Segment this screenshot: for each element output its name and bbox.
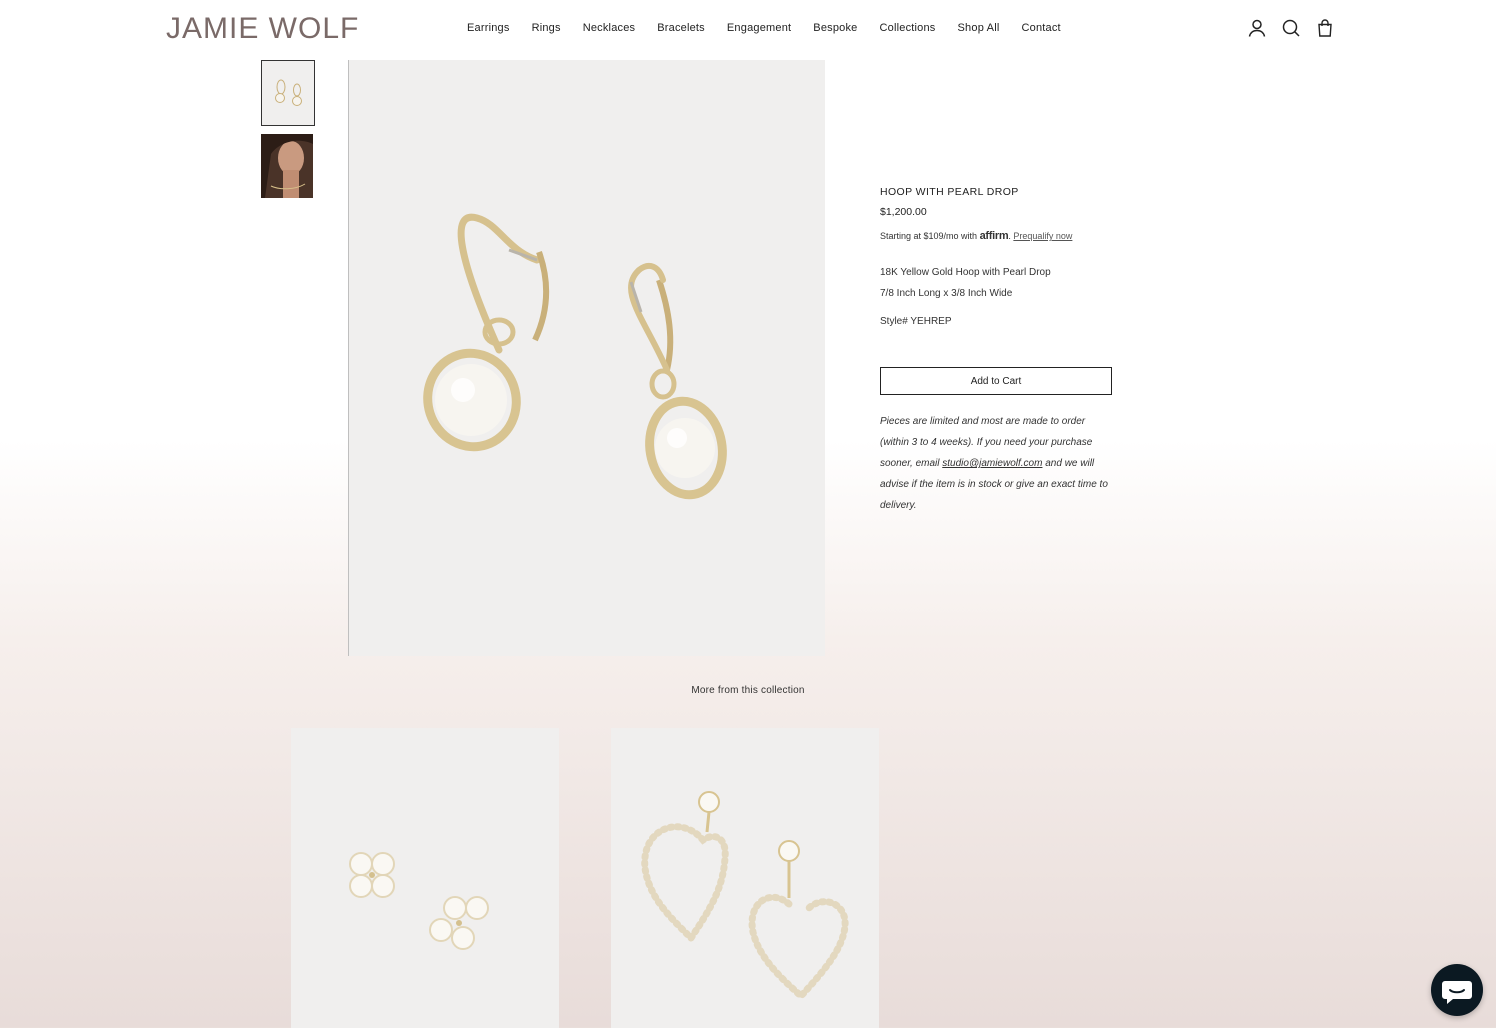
thumbnail-model[interactable] (261, 134, 313, 198)
related-product-card[interactable] (611, 728, 879, 1028)
description-line-2: 7/8 Inch Long x 3/8 Inch Wide (880, 288, 1013, 299)
nav-collections[interactable]: Collections (880, 22, 936, 34)
related-product-card[interactable] (291, 728, 559, 1028)
nav-bracelets[interactable]: Bracelets (657, 22, 705, 34)
affirm-financing: Starting at $109/mo with affirm. Prequal… (880, 230, 1073, 242)
nav-contact[interactable]: Contact (1021, 22, 1060, 34)
nav-rings[interactable]: Rings (532, 22, 561, 34)
style-number: Style# YEHREP (880, 316, 952, 327)
add-to-cart-button[interactable]: Add to Cart (880, 367, 1112, 395)
site-logo[interactable]: JAMIE WOLF (166, 12, 359, 46)
related-heading: More from this collection (691, 685, 805, 696)
nav-necklaces[interactable]: Necklaces (583, 22, 636, 34)
product-main-image[interactable] (348, 60, 825, 656)
affirm-prefix: Starting at $109/mo with (880, 231, 978, 241)
thumbnail-list (261, 60, 315, 206)
product-price: $1,200.00 (880, 206, 927, 218)
site-header: JAMIE WOLF Earrings Rings Necklaces Brac… (0, 0, 1496, 58)
order-note: Pieces are limited and most are made to … (880, 411, 1116, 516)
chat-icon (1442, 981, 1472, 1004)
cart-icon[interactable] (1315, 18, 1335, 38)
chat-button[interactable] (1431, 964, 1483, 1016)
product-title: HOOP WITH PEARL DROP (880, 186, 1019, 198)
header-icons (1247, 18, 1335, 38)
account-icon[interactable] (1247, 18, 1267, 38)
thumbnail-product[interactable] (261, 60, 315, 126)
nav-shop-all[interactable]: Shop All (958, 22, 1000, 34)
main-nav: Earrings Rings Necklaces Bracelets Engag… (467, 22, 1083, 34)
affirm-logo: affirm (979, 230, 1009, 242)
nav-engagement[interactable]: Engagement (727, 22, 791, 34)
search-icon[interactable] (1281, 18, 1301, 38)
nav-bespoke[interactable]: Bespoke (813, 22, 857, 34)
prequalify-link[interactable]: Prequalify now (1013, 231, 1072, 241)
product-description: 18K Yellow Gold Hoop with Pearl Drop 7/8… (880, 262, 1120, 304)
product-info: HOOP WITH PEARL DROP $1,200.00 Starting … (880, 186, 1120, 327)
nav-earrings[interactable]: Earrings (467, 22, 510, 34)
studio-email-link[interactable]: studio@jamiewolf.com (942, 458, 1042, 469)
description-line-1: 18K Yellow Gold Hoop with Pearl Drop (880, 267, 1051, 278)
